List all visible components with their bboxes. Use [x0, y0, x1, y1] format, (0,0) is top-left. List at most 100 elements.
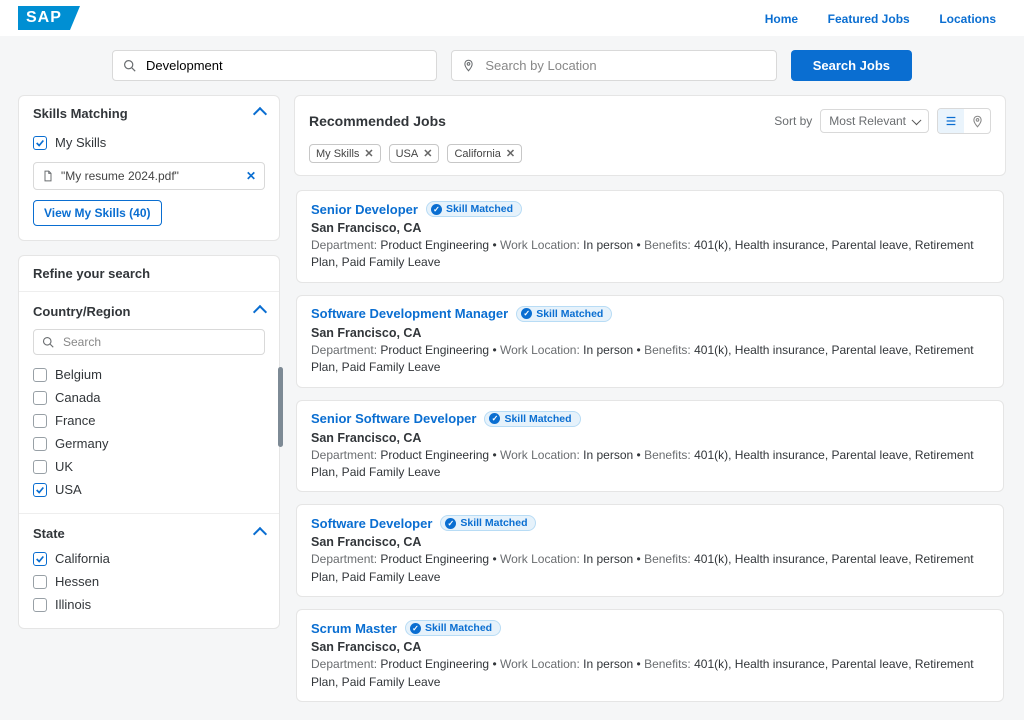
checkbox-unchecked-icon	[33, 368, 47, 382]
view-my-skills-button[interactable]: View My Skills (40)	[33, 200, 162, 226]
skill-matched-badge: ✓Skill Matched	[440, 515, 536, 531]
check-circle-icon: ✓	[489, 413, 500, 424]
location-search[interactable]	[451, 50, 776, 81]
filter-option-label: UK	[55, 459, 73, 474]
skills-matching-header[interactable]: Skills Matching	[19, 96, 279, 131]
search-icon	[123, 59, 136, 72]
country-options: Belgium CanadaFrance Germany UK USA	[19, 363, 279, 513]
filter-option-label: Germany	[55, 436, 108, 451]
refine-title: Refine your search	[33, 266, 150, 281]
remove-chip-button[interactable]: ✕	[423, 147, 432, 160]
filter-option-label: California	[55, 551, 110, 566]
job-meta: Department: Product Engineering • Work L…	[311, 342, 989, 377]
country-search-placeholder: Search	[63, 335, 101, 349]
filter-option[interactable]: Belgium	[33, 363, 265, 386]
filter-chip-label: California	[454, 148, 500, 160]
chevron-up-icon	[253, 106, 267, 120]
skill-matched-label: Skill Matched	[446, 203, 513, 215]
nav-home[interactable]: Home	[765, 12, 798, 26]
checkbox-checked-icon	[33, 483, 47, 497]
job-title-link[interactable]: Software Developer	[311, 516, 432, 531]
main-content: Recommended Jobs Sort by Most Relevant	[294, 95, 1006, 702]
search-jobs-button[interactable]: Search Jobs	[791, 50, 912, 81]
country-filter-header[interactable]: Country/Region	[19, 292, 279, 325]
remove-chip-button[interactable]: ✕	[506, 147, 515, 160]
job-card[interactable]: Senior Developer✓Skill MatchedSan Franci…	[296, 190, 1004, 283]
job-meta: Department: Product Engineering • Work L…	[311, 551, 989, 586]
filter-option[interactable]: France	[33, 409, 265, 432]
chevron-up-icon	[253, 304, 267, 318]
job-location: San Francisco, CA	[311, 431, 989, 445]
filter-option[interactable]: Germany	[33, 432, 265, 455]
job-title-link[interactable]: Scrum Master	[311, 621, 397, 636]
filter-option[interactable]: Hessen	[33, 570, 265, 593]
sort-value: Most Relevant	[829, 114, 906, 128]
filter-chip[interactable]: USA✕	[389, 144, 440, 163]
remove-chip-button[interactable]: ✕	[364, 147, 373, 160]
location-input[interactable]	[483, 57, 765, 74]
filter-chip[interactable]: My Skills ✕	[309, 144, 381, 163]
results-header-card: Recommended Jobs Sort by Most Relevant	[294, 95, 1006, 176]
filter-option[interactable]: Canada	[33, 386, 265, 409]
job-card[interactable]: Software Developer✓Skill MatchedSan Fran…	[296, 504, 1004, 597]
brand-logo[interactable]: SAP	[18, 6, 70, 30]
skill-matched-badge: ✓Skill Matched	[484, 411, 580, 427]
keyword-input[interactable]	[144, 57, 426, 74]
resume-file-name: "My resume 2024.pdf"	[61, 169, 179, 183]
filter-chip-label: My Skills	[316, 148, 359, 160]
refine-header: Refine your search	[19, 256, 279, 291]
filter-option[interactable]: California	[33, 547, 265, 570]
job-card[interactable]: Scrum Master ✓ Skill Matched San Francisco,…	[296, 609, 1004, 702]
filter-option[interactable]: USA	[33, 478, 265, 501]
skill-matched-badge: ✓ Skill Matched	[516, 306, 612, 322]
my-skills-checkbox-row[interactable]: My Skills	[33, 131, 265, 154]
checkbox-unchecked-icon	[33, 460, 47, 474]
job-title-link[interactable]: Senior Software Developer	[311, 411, 476, 426]
resume-file-chip[interactable]: "My resume 2024.pdf" ✕	[33, 162, 265, 190]
job-meta: Department: Product Engineering • Work L…	[311, 237, 989, 272]
chevron-up-icon	[253, 526, 267, 540]
results-title: Recommended Jobs	[309, 113, 446, 129]
list-view-button[interactable]	[938, 109, 964, 133]
checkbox-unchecked-icon	[33, 414, 47, 428]
nav-featured-jobs[interactable]: Featured Jobs	[828, 12, 910, 26]
file-icon	[42, 170, 55, 183]
search-icon	[42, 336, 55, 349]
active-filter-chips: My Skills✕USA✕California✕	[309, 144, 991, 163]
check-circle-icon: ✓	[521, 308, 532, 319]
brand-text: SAP	[18, 6, 70, 30]
checkbox-unchecked-icon	[33, 598, 47, 612]
country-filter-search[interactable]: Search	[33, 329, 265, 355]
job-title-link[interactable]: Senior Developer	[311, 202, 418, 217]
job-meta: Department: Product Engineering • Work L…	[311, 656, 989, 691]
skills-matching-title: Skills Matching	[33, 106, 128, 121]
checkbox-checked-icon	[33, 552, 47, 566]
checkbox-unchecked-icon	[33, 575, 47, 589]
map-view-button[interactable]	[964, 109, 990, 133]
job-meta: Department: Product Engineering • Work L…	[311, 447, 989, 482]
filter-option-label: Belgium	[55, 367, 102, 382]
remove-resume-button[interactable]: ✕	[246, 169, 256, 183]
nav-locations[interactable]: Locations	[939, 12, 996, 26]
filter-option-label: Illinois	[55, 597, 91, 612]
job-card[interactable]: Senior Software Developer ✓Skill Matched S…	[296, 400, 1004, 493]
job-location: San Francisco, CA	[311, 221, 989, 235]
skill-matched-label: Skill Matched	[536, 308, 603, 320]
filter-option[interactable]: UK	[33, 455, 265, 478]
filter-option[interactable]: Illinois	[33, 593, 265, 616]
check-circle-icon: ✓	[410, 623, 421, 634]
job-card[interactable]: Software Development Manager ✓ Skill Match…	[296, 295, 1004, 388]
job-location: San Francisco, CA	[311, 326, 989, 340]
sort-select[interactable]: Most Relevant	[820, 109, 929, 133]
scrollbar-thumb[interactable]	[278, 367, 283, 447]
job-title-link[interactable]: Software Development Manager	[311, 306, 508, 321]
keyword-search[interactable]	[112, 50, 437, 81]
checkbox-checked-icon	[33, 136, 47, 150]
skill-matched-label: Skill Matched	[425, 622, 492, 634]
checkbox-unchecked-icon	[33, 391, 47, 405]
state-filter-header[interactable]: State	[19, 514, 279, 547]
job-location: San Francisco, CA	[311, 640, 989, 654]
view-toggle	[937, 108, 991, 134]
filter-chip[interactable]: California ✕	[447, 144, 522, 163]
refine-search-panel: Refine your search Country/Region Search…	[18, 255, 280, 629]
